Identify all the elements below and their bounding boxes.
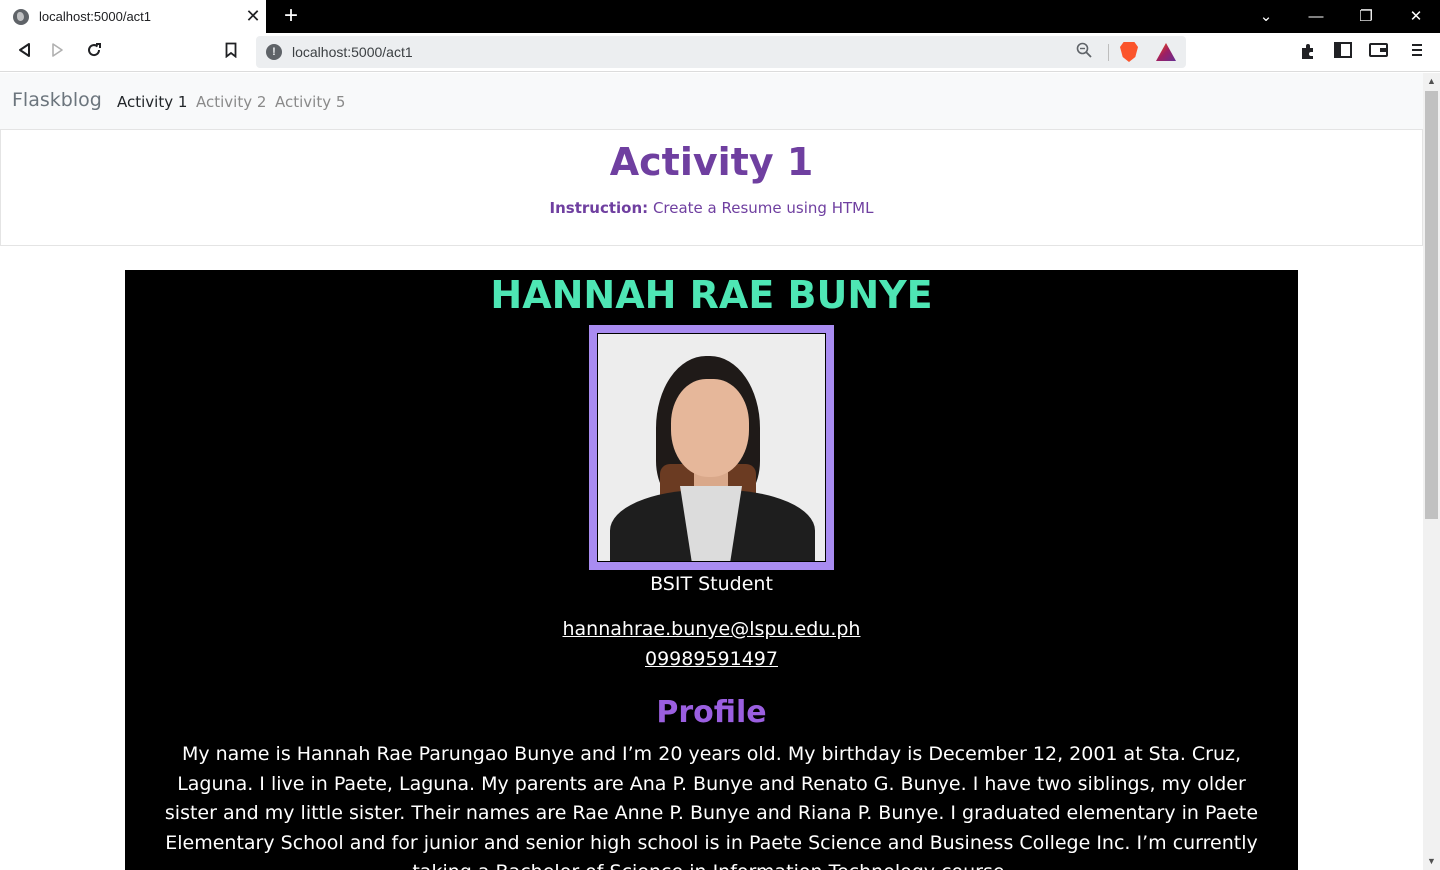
site-navbar: Flaskblog Activity 1 Activity 2 Activity… xyxy=(0,73,1423,129)
photo-frame xyxy=(589,325,834,570)
tab-close-icon[interactable]: ✕ xyxy=(244,6,262,26)
extensions-icon[interactable] xyxy=(1297,42,1319,64)
reload-icon[interactable] xyxy=(80,39,108,67)
resume-name: HANNAH RAE BUNYE xyxy=(490,273,933,317)
instruction: Instruction: Create a Resume using HTML xyxy=(1,199,1422,217)
profile-photo xyxy=(597,333,826,562)
tab-strip: localhost:5000/act1 ✕ + ⌄ — ❐ ✕ xyxy=(0,0,1440,33)
brave-rewards-icon[interactable] xyxy=(1156,43,1176,61)
page-viewport: Flaskblog Activity 1 Activity 2 Activity… xyxy=(0,73,1423,870)
back-icon[interactable] xyxy=(10,39,38,67)
site-info-icon[interactable]: ! xyxy=(266,44,282,60)
instruction-label: Instruction: xyxy=(549,199,649,217)
navbar-brand[interactable]: Flaskblog xyxy=(12,89,102,111)
scrollbar-thumb[interactable] xyxy=(1425,91,1438,519)
email-link[interactable]: hannahrae.bunye@lspu.edu.ph xyxy=(125,618,1298,640)
resume-card: HANNAH RAE BUNYE BSIT Student hannahrae.… xyxy=(125,270,1298,870)
page-scrollbar[interactable]: ▲ ▼ xyxy=(1423,73,1440,870)
tab-search-icon[interactable]: ⌄ xyxy=(1243,0,1289,33)
phone-link[interactable]: 09989591497 xyxy=(125,648,1298,670)
nav-link-activity-1[interactable]: Activity 1 xyxy=(117,93,187,111)
sidebar-icon[interactable] xyxy=(1332,42,1354,64)
nav-link-activity-5[interactable]: Activity 5 xyxy=(275,93,345,111)
forward-icon[interactable] xyxy=(44,39,72,67)
brave-shields-icon[interactable] xyxy=(1120,42,1138,62)
minimize-button[interactable]: — xyxy=(1293,0,1339,33)
nav-link-activity-2[interactable]: Activity 2 xyxy=(196,93,266,111)
photo-face xyxy=(671,379,749,477)
browser-toolbar: ! localhost:5000/act1 xyxy=(0,33,1440,72)
omnibox-divider xyxy=(1108,44,1109,61)
wallet-icon[interactable] xyxy=(1368,42,1390,64)
menu-icon[interactable] xyxy=(1406,42,1428,64)
close-window-button[interactable]: ✕ xyxy=(1393,0,1439,33)
bookmark-icon[interactable] xyxy=(217,39,245,67)
scroll-up-icon[interactable]: ▲ xyxy=(1423,73,1440,90)
tab-title: localhost:5000/act1 xyxy=(39,9,152,24)
activity-header: Activity 1 Instruction: Create a Resume … xyxy=(0,129,1423,246)
scroll-down-icon[interactable]: ▼ xyxy=(1423,853,1440,870)
instruction-text: Create a Resume using HTML xyxy=(648,199,874,217)
globe-icon xyxy=(13,9,29,25)
restore-button[interactable]: ❐ xyxy=(1343,0,1389,33)
new-tab-button[interactable]: + xyxy=(280,3,302,29)
resume-role: BSIT Student xyxy=(650,573,773,595)
url-text[interactable]: localhost:5000/act1 xyxy=(292,44,413,60)
address-bar[interactable]: ! localhost:5000/act1 xyxy=(256,36,1186,68)
zoom-icon[interactable] xyxy=(1076,42,1092,63)
browser-tab[interactable]: localhost:5000/act1 ✕ xyxy=(0,0,266,33)
profile-text: My name is Hannah Rae Parungao Bunye and… xyxy=(164,743,1259,870)
profile-heading: Profile xyxy=(656,695,767,730)
page-title: Activity 1 xyxy=(609,140,814,184)
